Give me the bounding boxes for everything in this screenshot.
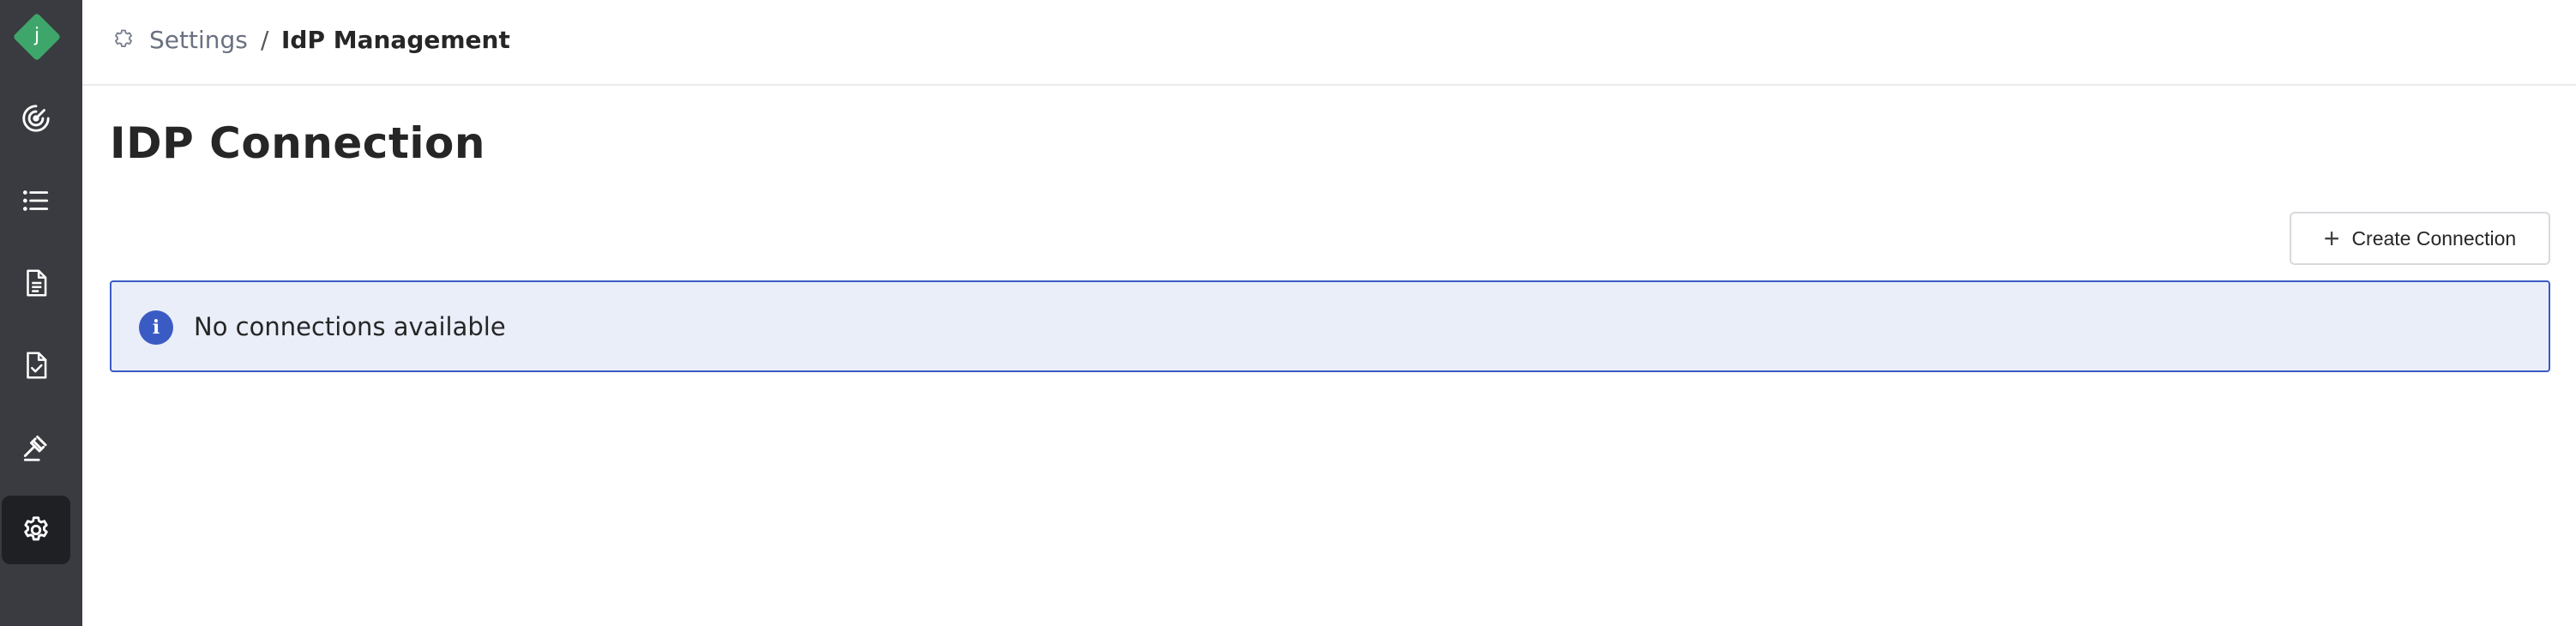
document-check-icon xyxy=(27,352,47,379)
breadcrumb-separator: / xyxy=(261,25,269,54)
gavel-icon xyxy=(23,435,47,461)
app-logo[interactable]: j xyxy=(12,12,62,62)
plus-icon: + xyxy=(2323,223,2340,254)
list-icon xyxy=(22,190,49,211)
gear-icon xyxy=(24,516,48,541)
sidebar-item-documents[interactable] xyxy=(2,249,70,317)
empty-state-notice: i No connections available xyxy=(110,280,2550,372)
sidebar: j xyxy=(0,0,82,626)
breadcrumb-settings-label: Settings xyxy=(149,25,248,54)
breadcrumb: Settings / IdP Management xyxy=(82,0,2576,86)
info-icon: i xyxy=(139,310,173,345)
sidebar-item-list[interactable] xyxy=(2,166,70,235)
sidebar-item-approved-documents[interactable] xyxy=(2,331,70,400)
gear-icon xyxy=(114,29,133,47)
logo-letter: j xyxy=(33,25,40,46)
sidebar-item-radar[interactable] xyxy=(2,84,70,153)
breadcrumb-current: IdP Management xyxy=(281,25,510,54)
sidebar-item-settings[interactable] xyxy=(2,496,70,564)
sidebar-item-governance[interactable] xyxy=(2,413,70,482)
breadcrumb-settings-link[interactable]: Settings xyxy=(111,22,248,57)
document-icon xyxy=(27,269,47,297)
radar-icon xyxy=(22,105,50,132)
page-title: IDP Connection xyxy=(110,118,485,168)
empty-state-message: No connections available xyxy=(194,312,506,341)
create-connection-button[interactable]: + Create Connection xyxy=(2290,212,2550,265)
create-connection-label: Create Connection xyxy=(2351,226,2517,250)
